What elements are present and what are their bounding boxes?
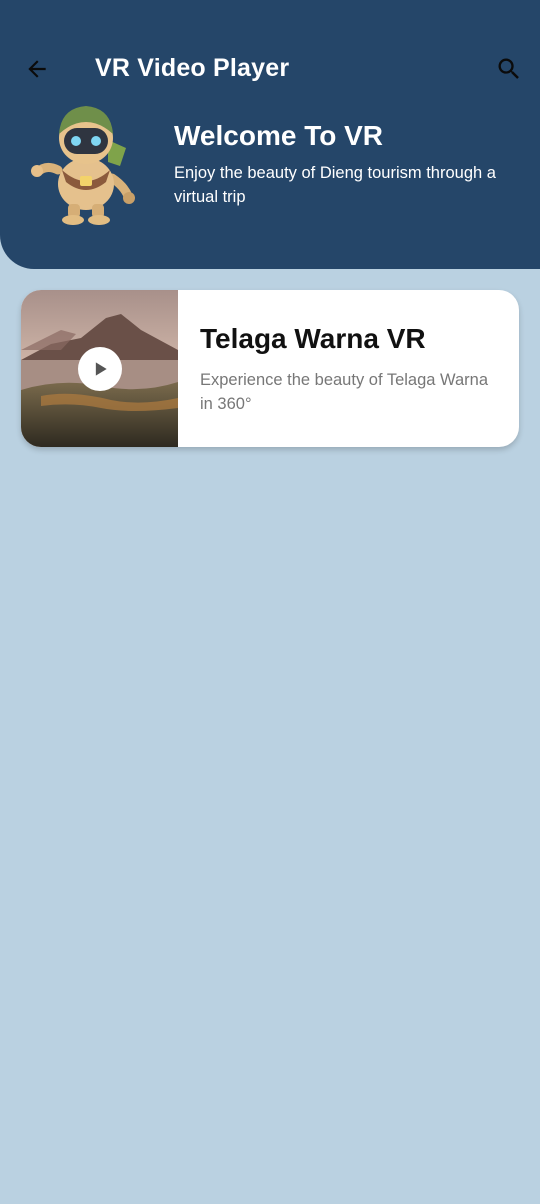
video-card-telaga-warna[interactable]: Telaga Warna VR Experience the beauty of… xyxy=(21,290,519,447)
header: VR Video Player Welcome To VR Enjoy the … xyxy=(0,0,540,269)
play-icon xyxy=(95,362,107,376)
app-title: VR Video Player xyxy=(95,54,290,82)
search-button[interactable] xyxy=(492,52,526,86)
video-description: Experience the beauty of Telaga Warna in… xyxy=(200,371,489,413)
welcome-title: Welcome To VR xyxy=(174,120,384,151)
video-thumbnail xyxy=(21,290,178,447)
back-button[interactable] xyxy=(20,52,54,86)
arrow-left-icon xyxy=(28,60,46,78)
video-title: Telaga Warna VR xyxy=(200,323,426,354)
robot-mascot-image xyxy=(31,106,135,225)
search-icon xyxy=(498,58,519,79)
welcome-subtitle: Enjoy the beauty of Dieng tourism throug… xyxy=(174,164,496,206)
play-button[interactable] xyxy=(78,347,122,391)
